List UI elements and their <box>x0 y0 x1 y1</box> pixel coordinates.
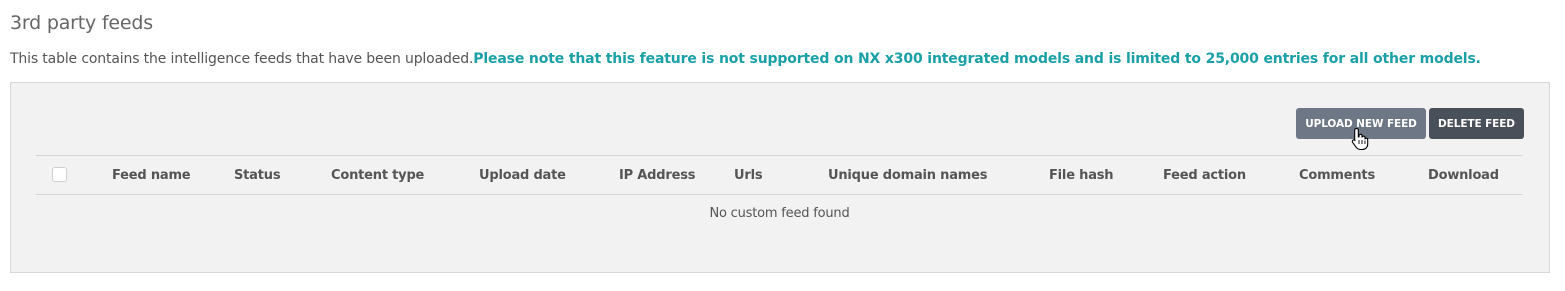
column-header-ip-address[interactable]: IP Address <box>619 156 695 196</box>
column-header-download[interactable]: Download <box>1428 156 1499 196</box>
column-header-content-type[interactable]: Content type <box>331 156 424 196</box>
delete-feed-button[interactable]: DELETE FEED <box>1429 108 1524 139</box>
empty-table-message: No custom feed found <box>709 206 850 221</box>
support-note: Please note that this feature is not sup… <box>473 51 1481 67</box>
select-all-checkbox[interactable] <box>52 167 67 182</box>
description-text: This table contains the intelligence fee… <box>10 51 474 67</box>
column-header-status[interactable]: Status <box>234 156 281 196</box>
page-description: This table contains the intelligence fee… <box>10 51 1481 67</box>
column-header-unique-domain-names[interactable]: Unique domain names <box>828 156 987 196</box>
column-header-upload-date[interactable]: Upload date <box>479 156 566 196</box>
column-header-feed-name[interactable]: Feed name <box>112 156 191 196</box>
column-header-comments[interactable]: Comments <box>1299 156 1375 196</box>
hand-pointer-icon <box>1351 127 1369 151</box>
feeds-panel: UPLOAD NEW FEED DELETE FEED Feed name St… <box>10 82 1550 273</box>
table-header-row: Feed name Status Content type Upload dat… <box>36 155 1523 195</box>
column-header-urls[interactable]: Urls <box>734 156 763 196</box>
page-title: 3rd party feeds <box>10 12 153 34</box>
column-header-file-hash[interactable]: File hash <box>1049 156 1114 196</box>
column-header-feed-action[interactable]: Feed action <box>1163 156 1246 196</box>
